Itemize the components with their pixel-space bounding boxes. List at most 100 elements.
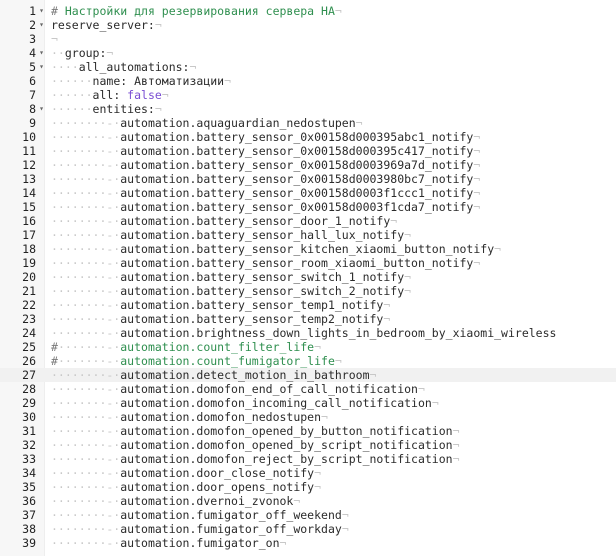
code-line[interactable]: 2 ▾ reserve_server:¬: [0, 18, 616, 32]
code-line[interactable]: 17 ········-·automation.battery_sensor_ha…: [0, 228, 616, 242]
code-line[interactable]: 38 ········-·automation.fumigator_off_wor…: [0, 522, 616, 536]
code-line[interactable]: 21 ········-·automation.battery_sensor_sw…: [0, 284, 616, 298]
code-token: automation.fumigator_on: [120, 536, 280, 550]
code-line[interactable]: 3 ¬: [0, 32, 616, 46]
line-text: ········-·automation.battery_sensor_kitc…: [51, 242, 501, 256]
code-line[interactable]: 30 ········-·automation.domofon_nedostupe…: [0, 410, 616, 424]
code-line[interactable]: 10 ········-·automation.battery_sensor_0x…: [0, 130, 616, 144]
code-line[interactable]: 13 ········-·automation.battery_sensor_0x…: [0, 172, 616, 186]
whitespace-marker: ¬: [473, 144, 481, 158]
line-number: 39: [22, 536, 36, 550]
line-number: 2: [29, 18, 36, 32]
line-number: 5: [29, 60, 36, 74]
code-line[interactable]: 26 #·······-·automation.count_fumigator_l…: [0, 354, 616, 368]
whitespace-marker: ········-·: [51, 186, 121, 200]
code-line[interactable]: 27 ········-·automation.detect_motion_in_…: [0, 368, 616, 382]
code-token: reserve_server:: [51, 18, 155, 32]
whitespace-marker: ¬: [473, 186, 481, 200]
code-line[interactable]: 20 ········-·automation.battery_sensor_sw…: [0, 270, 616, 284]
code-lines[interactable]: 1 ▾ # Настройки для резервирования сервера…: [0, 4, 616, 550]
whitespace-marker: ¬: [189, 60, 197, 74]
code-line[interactable]: 28 ········-·automation.domofon_end_of_ca…: [0, 382, 616, 396]
whitespace-marker: ········-·: [51, 270, 121, 284]
code-token: automation.domofon_end_of_call_notificat…: [120, 382, 418, 396]
code-line[interactable]: 14 ········-·automation.battery_sensor_0x…: [0, 186, 616, 200]
whitespace-marker: ¬: [314, 480, 322, 494]
line-text: ······name: Автоматизации¬: [51, 74, 231, 88]
code-token: automation.brightness_down_lights_in_bed…: [120, 326, 557, 340]
code-line[interactable]: 16 ········-·automation.battery_sensor_do…: [0, 214, 616, 228]
code-line[interactable]: 22 ········-·automation.battery_sensor_te…: [0, 298, 616, 312]
whitespace-marker: ¬: [314, 340, 322, 354]
whitespace-marker: ········-·: [51, 396, 121, 410]
whitespace-marker: ········-·: [51, 480, 121, 494]
code-line[interactable]: 36 ········-·automation.dvernoi_zvonok¬: [0, 494, 616, 508]
whitespace-marker: ¬: [473, 158, 481, 172]
whitespace-marker: ········-·: [51, 522, 121, 536]
code-line[interactable]: 15 ········-·automation.battery_sensor_0x…: [0, 200, 616, 214]
code-line[interactable]: 12 ········-·automation.battery_sensor_0x…: [0, 158, 616, 172]
line-number: 24: [22, 326, 36, 340]
code-token: automation.battery_sensor_0x00158d0003f1…: [120, 200, 474, 214]
code-line[interactable]: 34 ········-·automation.door_close_notify…: [0, 466, 616, 480]
line-text: ········-·automation.domofon_incoming_ca…: [51, 396, 439, 410]
whitespace-marker: ········-·: [51, 382, 121, 396]
fold-toggle-icon[interactable]: ▾: [37, 18, 46, 32]
line-number: 7: [29, 88, 36, 102]
whitespace-marker: ········-·: [51, 144, 121, 158]
code-line[interactable]: 4 ▾ ··group:¬: [0, 46, 616, 60]
fold-toggle-icon[interactable]: ▾: [37, 102, 46, 116]
code-line[interactable]: 7 ······all: false¬: [0, 88, 616, 102]
whitespace-marker: ¬: [106, 46, 114, 60]
code-line[interactable]: 32 ········-·automation.domofon_opened_by…: [0, 438, 616, 452]
line-number: 37: [22, 508, 36, 522]
whitespace-marker: ¬: [369, 368, 377, 382]
whitespace-marker: ·······-·: [57, 354, 121, 368]
whitespace-marker: ········-·: [51, 200, 121, 214]
code-line[interactable]: 6 ······name: Автоматизации¬: [0, 74, 616, 88]
code-token: automation.battery_sensor_0x00158d000396…: [120, 158, 474, 172]
line-number: 38: [22, 522, 36, 536]
code-line[interactable]: 11 ········-·automation.battery_sensor_0x…: [0, 144, 616, 158]
code-token: automation.dvernoi_zvonok: [120, 494, 294, 508]
line-text: ········-·automation.door_opens_notify¬: [51, 480, 321, 494]
whitespace-marker: ¬: [279, 536, 287, 550]
code-line[interactable]: 5 ▾ ····all_automations:¬: [0, 60, 616, 74]
code-line[interactable]: 29 ········-·automation.domofon_incoming_…: [0, 396, 616, 410]
fold-toggle-icon[interactable]: ▾: [37, 4, 46, 18]
line-text: ········-·automation.battery_sensor_room…: [51, 256, 480, 270]
code-line[interactable]: 33 ········-·automation.domofon_reject_by…: [0, 452, 616, 466]
code-token: automation.door_close_notify: [120, 466, 315, 480]
code-token: automation.battery_sensor_room_xiaomi_bu…: [120, 256, 474, 270]
code-line[interactable]: 31 ········-·automation.domofon_opened_by…: [0, 424, 616, 438]
code-token: all:: [92, 88, 128, 102]
code-line[interactable]: 37 ········-·automation.fumigator_off_wee…: [0, 508, 616, 522]
line-text: ········-·automation.battery_sensor_0x00…: [51, 130, 480, 144]
code-line[interactable]: 23 ········-·automation.battery_sensor_te…: [0, 312, 616, 326]
fold-toggle-icon[interactable]: ▾: [37, 46, 46, 60]
comment-text: automation.count_fumigator_life: [120, 354, 335, 368]
code-line[interactable]: 39 ········-·automation.fumigator_on¬: [0, 536, 616, 550]
line-text: ········-·automation.battery_sensor_0x00…: [51, 158, 480, 172]
code-line[interactable]: 24 ········-·automation.brightness_down_l…: [0, 326, 616, 340]
code-line[interactable]: 35 ········-·automation.door_opens_notify…: [0, 480, 616, 494]
code-line[interactable]: 9 ········-·automation.aquaguardian_nedos…: [0, 116, 616, 130]
line-text: ········-·automation.door_close_notify¬: [51, 466, 321, 480]
line-number: 17: [22, 228, 36, 242]
code-line[interactable]: 18 ········-·automation.battery_sensor_ki…: [0, 242, 616, 256]
code-line[interactable]: 1 ▾ # Настройки для резервирования сервера…: [0, 4, 616, 18]
whitespace-marker: ¬: [383, 298, 391, 312]
whitespace-marker: ¬: [314, 466, 322, 480]
line-number: 22: [22, 298, 36, 312]
whitespace-marker: ¬: [383, 312, 391, 326]
line-text: ········-·automation.domofon_end_of_call…: [51, 382, 425, 396]
code-line[interactable]: 8 ▾ ······entities:¬: [0, 102, 616, 116]
line-number: 29: [22, 396, 36, 410]
whitespace-marker: ········-·: [51, 368, 121, 382]
fold-toggle-icon[interactable]: ▾: [37, 60, 46, 74]
line-number: 9: [29, 116, 36, 130]
line-text: #·······-·automation.count_filter_life¬: [51, 340, 321, 354]
code-line[interactable]: 19 ········-·automation.battery_sensor_ro…: [0, 256, 616, 270]
code-line[interactable]: 25 #·······-·automation.count_filter_life…: [0, 340, 616, 354]
code-editor[interactable]: 1 ▾ # Настройки для резервирования сервера…: [0, 0, 616, 556]
